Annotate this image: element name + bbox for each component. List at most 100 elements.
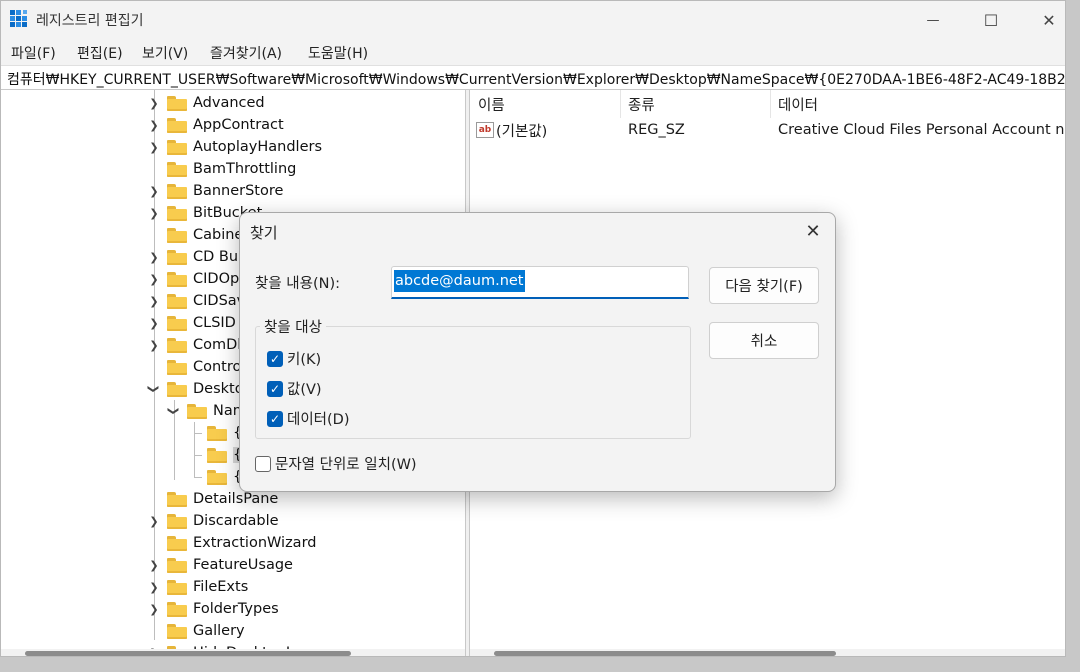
tree-item-comdlg[interactable]: ❯ ComDlg xyxy=(147,334,250,356)
folder-icon xyxy=(207,425,227,441)
folder-icon xyxy=(167,623,187,639)
tree-item-label: CLSID xyxy=(193,315,236,331)
column-divider[interactable] xyxy=(770,90,771,118)
maximize-icon: ☐ xyxy=(983,10,999,30)
look-at-group-label: 찾을 대상 xyxy=(260,316,326,337)
maximize-button[interactable]: ☐ xyxy=(961,1,1021,39)
chevron-right-icon[interactable]: ❯ xyxy=(147,92,161,114)
tree-item-label: BamThrottling xyxy=(193,161,297,177)
find-dialog-close-button[interactable]: ✕ xyxy=(791,213,835,249)
tree-scroll-thumb[interactable] xyxy=(25,651,351,656)
tree-item-appcontract[interactable]: ❯ AppContract xyxy=(147,114,283,136)
chevron-right-icon[interactable]: ❯ xyxy=(147,510,161,532)
chevron-right-icon[interactable]: ❯ xyxy=(147,334,161,356)
tree-item-featureusage[interactable]: ❯ FeatureUsage xyxy=(147,554,293,576)
tree-item-clsid[interactable]: ❯ CLSID xyxy=(147,312,236,334)
tree-item-foldertypes[interactable]: ❯ FolderTypes xyxy=(147,598,278,620)
value-row-data: Creative Cloud Files Personal Account na… xyxy=(778,122,1066,138)
tree-item-label: Gallery xyxy=(193,623,245,639)
checkbox-values[interactable]: ✓ 값(V) xyxy=(267,378,322,399)
registry-editor-icon xyxy=(10,10,27,27)
tree-item-gallery[interactable]: ❯Gallery xyxy=(147,620,245,642)
chevron-right-icon[interactable]: ❯ xyxy=(147,290,161,312)
chevron-right-icon[interactable]: ❯ xyxy=(147,598,161,620)
tree-item-advanced[interactable]: ❯ Advanced xyxy=(147,92,264,114)
checkbox-values-label: 값(V) xyxy=(287,382,322,398)
folder-icon xyxy=(167,337,187,353)
tree-item-fileexts[interactable]: ❯ FileExts xyxy=(147,576,248,598)
folder-icon xyxy=(167,271,187,287)
menu-view[interactable]: 보기(V) xyxy=(142,43,188,63)
checkbox-checked-icon[interactable]: ✓ xyxy=(267,350,283,367)
folder-icon xyxy=(167,557,187,573)
tree-item-bannerstore[interactable]: ❯ BannerStore xyxy=(147,180,283,202)
cancel-button[interactable]: 취소 xyxy=(709,322,819,359)
tree-item-extractionwizard[interactable]: ❯ExtractionWizard xyxy=(147,532,316,554)
checkbox-checked-icon[interactable]: ✓ xyxy=(267,410,283,427)
find-dialog: 찾기 ✕ 찾을 내용(N): abcde@daum.net 다음 찾기(F) 취… xyxy=(239,212,836,492)
folder-icon xyxy=(167,95,187,111)
chevron-right-icon[interactable]: ❯ xyxy=(147,114,161,136)
list-horizontal-scrollbar[interactable] xyxy=(470,649,1065,656)
checkbox-keys[interactable]: ✓ 키(K) xyxy=(267,348,321,369)
folder-icon xyxy=(167,381,187,397)
close-button[interactable]: ✕ xyxy=(1019,1,1065,39)
find-dialog-title: 찾기 xyxy=(250,224,278,242)
find-next-button[interactable]: 다음 찾기(F) xyxy=(709,267,819,304)
folder-icon xyxy=(207,447,227,463)
chevron-right-icon[interactable]: ❯ xyxy=(147,268,161,290)
chevron-right-icon[interactable]: ❯ xyxy=(147,576,161,598)
address-path[interactable]: 컴퓨터₩HKEY_CURRENT_USER₩Software₩Microsoft… xyxy=(7,69,1065,89)
folder-icon xyxy=(167,359,187,375)
chevron-right-icon[interactable]: ❯ xyxy=(147,202,161,224)
column-header-data[interactable]: 데이터 xyxy=(778,90,818,118)
value-name: (기본값) xyxy=(496,123,548,140)
tree-item-bamthrottling[interactable]: ❯BamThrottling xyxy=(147,158,296,180)
column-header-name[interactable]: 이름 xyxy=(478,90,505,118)
menu-help[interactable]: 도움말(H) xyxy=(308,43,368,63)
tree-horizontal-scrollbar[interactable] xyxy=(1,649,465,656)
menu-file[interactable]: 파일(F) xyxy=(11,43,56,63)
folder-icon xyxy=(167,205,187,221)
folder-icon xyxy=(167,183,187,199)
list-scroll-thumb[interactable] xyxy=(494,651,836,656)
tree-item-label: FeatureUsage xyxy=(193,557,293,573)
chevron-right-icon[interactable]: ❯ xyxy=(147,312,161,334)
checkbox-data[interactable]: ✓ 데이터(D) xyxy=(267,408,350,429)
checkbox-keys-label: 키(K) xyxy=(287,352,322,368)
tree-item-discardable[interactable]: ❯ Discardable xyxy=(147,510,278,532)
chevron-right-icon[interactable]: ❯ xyxy=(147,246,161,268)
checkbox-unchecked-icon[interactable] xyxy=(255,455,271,472)
tree-item-control[interactable]: ❯Control xyxy=(147,356,245,378)
menu-bar: 파일(F) 편집(E) 보기(V) 즐겨찾기(A) 도움말(H) xyxy=(1,39,1065,65)
address-bar[interactable]: 컴퓨터₩HKEY_CURRENT_USER₩Software₩Microsoft… xyxy=(1,65,1065,90)
tree-item-desktop[interactable]: ❯ Desktop xyxy=(147,378,253,400)
menu-favorites[interactable]: 즐겨찾기(A) xyxy=(210,43,282,63)
column-header-type[interactable]: 종류 xyxy=(628,90,655,118)
chevron-right-icon[interactable]: ❯ xyxy=(147,180,161,202)
close-icon: ✕ xyxy=(805,220,821,242)
tree-item-namespace[interactable]: ❯ Nam xyxy=(167,400,247,422)
chevron-right-icon[interactable]: ❯ xyxy=(147,554,161,576)
chevron-right-icon[interactable]: ❯ xyxy=(147,136,161,158)
tree-item-label: Control xyxy=(193,359,246,375)
tree-item-cidopen[interactable]: ❯ CIDOpe xyxy=(147,268,248,290)
find-what-label: 찾을 내용(N): xyxy=(255,276,341,292)
menu-edit[interactable]: 편집(E) xyxy=(77,43,123,63)
tree-item-label: AutoplayHandlers xyxy=(193,139,323,155)
tree-item-autoplayhandlers[interactable]: ❯ AutoplayHandlers xyxy=(147,136,322,158)
minimize-button[interactable]: — xyxy=(903,1,963,39)
folder-icon xyxy=(167,249,187,265)
tree-item-cd-burning[interactable]: ❯ CD Bur xyxy=(147,246,244,268)
chevron-down-icon[interactable]: ❯ xyxy=(143,382,165,396)
column-divider[interactable] xyxy=(620,90,621,118)
checkbox-data-label: 데이터(D) xyxy=(287,412,350,428)
checkbox-checked-icon[interactable]: ✓ xyxy=(267,380,283,397)
chevron-down-icon[interactable]: ❯ xyxy=(163,404,185,418)
folder-icon xyxy=(167,227,187,243)
checkbox-match-whole-string[interactable]: 문자열 단위로 일치(W) xyxy=(255,453,417,474)
tree-item-cabinet[interactable]: ❯Cabinet xyxy=(147,224,249,246)
value-row-name[interactable]: ab (기본값) xyxy=(476,118,547,142)
find-what-input[interactable]: abcde@daum.net xyxy=(391,266,689,299)
tree-item-label: CD Bur xyxy=(193,249,244,265)
